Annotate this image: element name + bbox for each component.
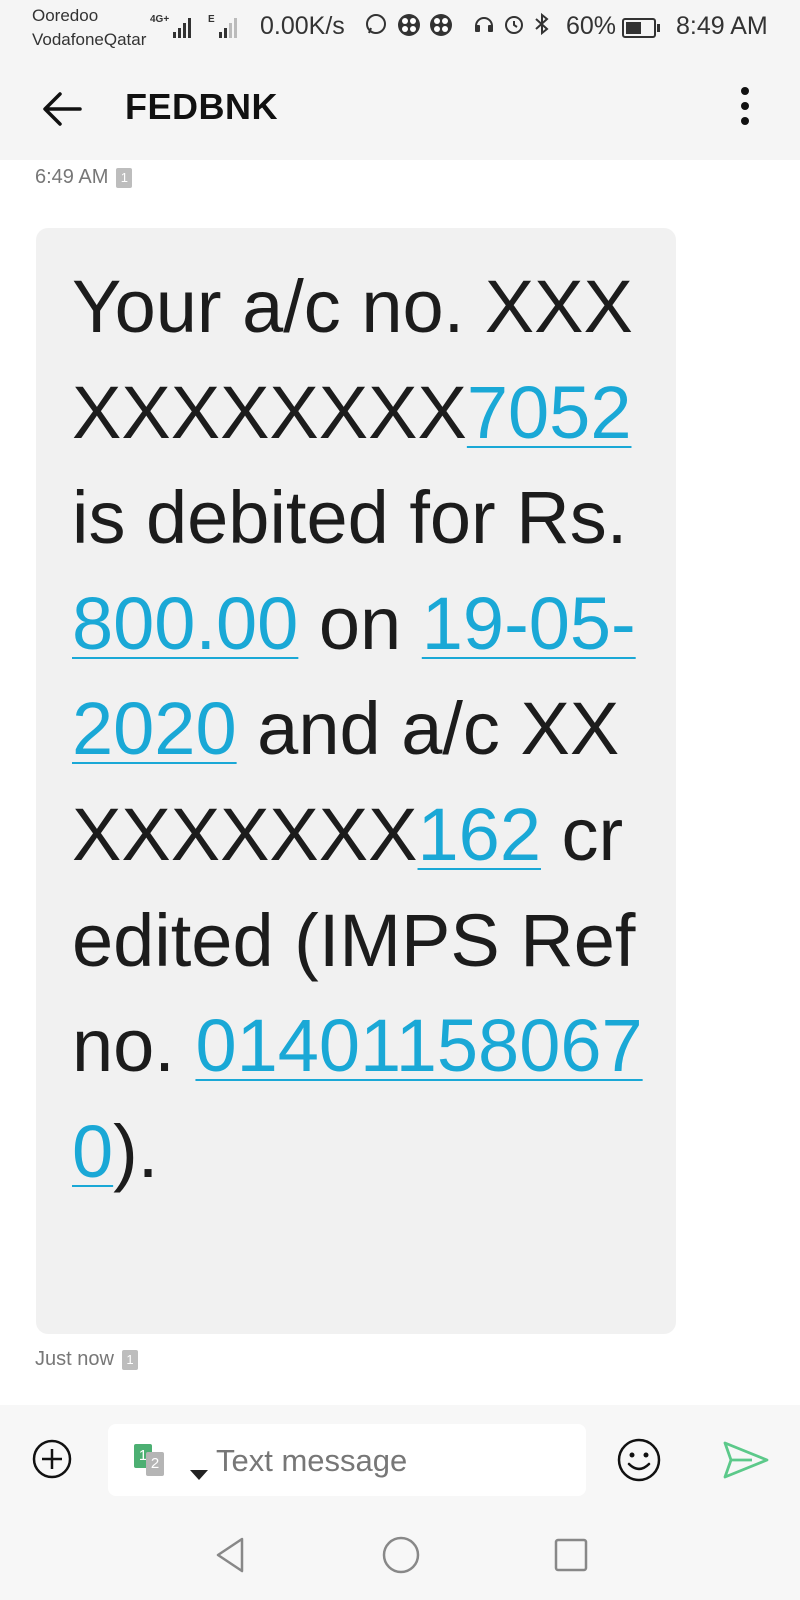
arrow-left-icon xyxy=(43,92,82,126)
add-attachment-button[interactable] xyxy=(32,1439,72,1479)
plus-circle-icon xyxy=(32,1439,72,1479)
composer-bar: 1 2 xyxy=(0,1405,800,1515)
square-recents-icon xyxy=(554,1538,588,1572)
message-status-row: Just now 1 xyxy=(35,1348,138,1371)
chevron-down-icon xyxy=(190,1470,208,1480)
more-options-button[interactable] xyxy=(730,82,760,138)
send-button[interactable] xyxy=(722,1439,770,1481)
smiley-icon xyxy=(617,1438,661,1482)
carrier-name-primary: Ooredoo xyxy=(32,6,99,25)
message-link[interactable]: 7052 xyxy=(467,371,632,454)
message-timestamp-row: 6:49 AM 1 xyxy=(35,166,133,189)
emoji-button[interactable] xyxy=(616,1437,662,1483)
battery-icon xyxy=(622,18,660,38)
carrier-name-secondary: VodafoneQatar xyxy=(32,30,147,49)
message-link[interactable]: 800.00 xyxy=(72,582,298,665)
notification-app-icon-2 xyxy=(428,12,454,45)
app-bar: FEDBNK xyxy=(0,58,800,160)
nav-recents-button[interactable] xyxy=(553,1537,589,1573)
sim-2-icon: 2 xyxy=(146,1452,164,1476)
triangle-back-icon xyxy=(216,1537,244,1573)
signal-strength-icon-sim1: 4G+ xyxy=(150,14,192,38)
bluetooth-icon xyxy=(532,12,552,43)
send-icon xyxy=(723,1441,769,1479)
message-text: on xyxy=(298,581,422,665)
message-text: ). xyxy=(113,1109,159,1193)
message-input-container: 1 2 xyxy=(108,1424,586,1496)
sim-badge: 1 xyxy=(116,167,133,188)
nav-back-button[interactable] xyxy=(210,1533,250,1577)
notification-app-icon xyxy=(396,12,422,45)
message-link[interactable]: 162 xyxy=(418,793,541,876)
message-bubble[interactable]: Your a/c no. XXXXXXXXXXX7052 is debited … xyxy=(36,228,676,1334)
circle-home-icon xyxy=(382,1536,420,1574)
back-button[interactable] xyxy=(38,84,88,134)
signal-strength-icon-sim2: E xyxy=(208,14,237,38)
clock: 8:49 AM xyxy=(676,12,768,40)
system-navigation-bar xyxy=(0,1515,800,1600)
message-status: Just now xyxy=(35,1348,114,1370)
status-bar: Ooredoo VodafoneQatar 4G+ E 0.00K/s 60% … xyxy=(0,0,800,58)
message-timestamp: 6:49 AM xyxy=(35,166,109,188)
alarm-icon xyxy=(502,12,526,43)
message-text: is debited for Rs. xyxy=(72,476,628,560)
headset-icon xyxy=(472,12,496,43)
sim-selector[interactable]: 1 2 xyxy=(134,1444,208,1480)
more-vertical-icon xyxy=(730,87,760,125)
network-type-1: 4G+ xyxy=(150,14,170,25)
battery-percentage: 60% xyxy=(566,12,617,40)
network-speed: 0.00K/s xyxy=(260,12,345,40)
message-input[interactable] xyxy=(214,1438,558,1484)
sim-badge: 1 xyxy=(121,1349,138,1370)
network-type-2: E xyxy=(208,14,215,25)
whatsapp-icon xyxy=(364,12,388,43)
nav-home-button[interactable] xyxy=(381,1535,421,1575)
message-body: Your a/c no. XXXXXXXXXXX7052 is debited … xyxy=(72,254,646,1204)
conversation-title: FEDBNK xyxy=(125,86,278,127)
